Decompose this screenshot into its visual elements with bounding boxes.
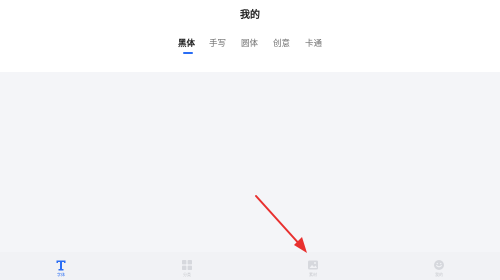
bottom-navigation: 字体 分类 素材 我的	[0, 252, 500, 280]
nav-label-categories: 分类	[183, 272, 191, 277]
top-bar: 我的 黑体 手写 圆体 创意 卡通	[0, 0, 500, 72]
tab-creative[interactable]: 创意	[273, 38, 290, 50]
nav-item-mine[interactable]: 我的	[424, 259, 454, 277]
font-icon	[56, 260, 66, 271]
nav-item-materials[interactable]: 素材	[298, 259, 328, 277]
face-icon	[434, 260, 444, 270]
nav-label-materials: 素材	[309, 272, 317, 277]
font-category-tabs: 黑体 手写 圆体 创意 卡通	[0, 38, 500, 58]
active-tab-indicator	[183, 52, 193, 54]
grid-icon	[182, 260, 192, 270]
tab-rounded[interactable]: 圆体	[241, 38, 258, 50]
image-icon	[308, 260, 318, 270]
nav-item-categories[interactable]: 分类	[172, 259, 202, 277]
nav-label-mine: 我的	[435, 272, 443, 277]
content-area	[0, 72, 500, 252]
tab-handwriting[interactable]: 手写	[209, 38, 226, 50]
nav-label-fonts: 字体	[57, 272, 65, 277]
app-window: 我的 黑体 手写 圆体 创意 卡通 字体 分类 素材 我的	[0, 0, 500, 280]
tab-cartoon[interactable]: 卡通	[305, 38, 322, 50]
page-title: 我的	[240, 10, 260, 21]
nav-item-fonts[interactable]: 字体	[46, 259, 76, 277]
tab-heiti[interactable]: 黑体	[178, 38, 195, 50]
